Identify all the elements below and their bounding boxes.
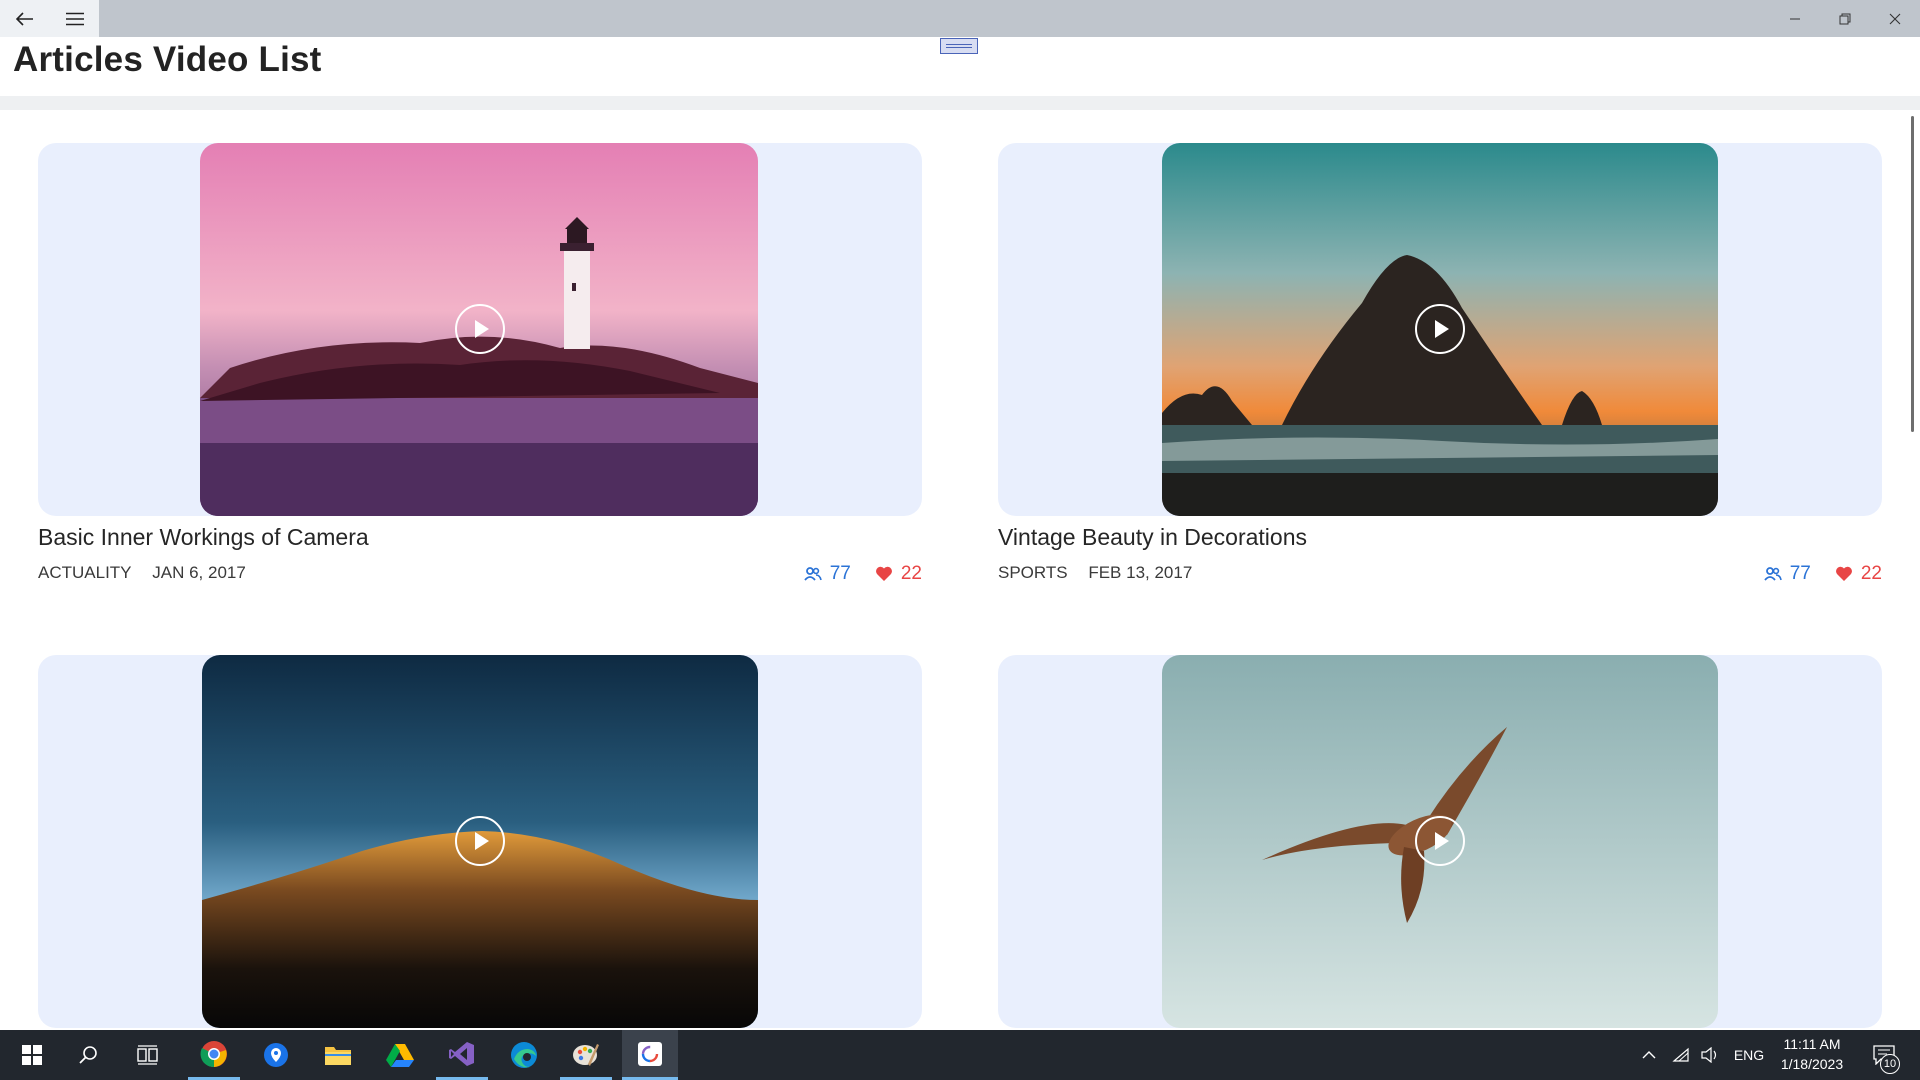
play-button[interactable]: [455, 816, 505, 866]
article-date: JAN 6, 2017: [152, 563, 246, 582]
views-count: 77: [804, 563, 851, 585]
article-card[interactable]: Basic Inner Workings of Camera ACTUALITY…: [38, 143, 922, 593]
video-thumbnail[interactable]: [1162, 655, 1718, 1028]
clock-time: 11:11 AM: [1783, 1036, 1841, 1052]
article-title[interactable]: Basic Inner Workings of Camera: [38, 524, 369, 551]
clock[interactable]: 11:11 AM 1/18/2023: [1766, 1034, 1858, 1074]
edge-icon[interactable]: [498, 1030, 550, 1080]
article-stats: 77 22: [804, 563, 922, 585]
minimize-icon[interactable]: [1770, 0, 1820, 37]
search-icon[interactable]: [64, 1030, 112, 1080]
app-current-icon[interactable]: [622, 1030, 678, 1080]
drag-handle-icon[interactable]: [940, 38, 978, 54]
hamburger-menu-icon[interactable]: [52, 0, 97, 37]
article-meta: ACTUALITY JAN 6, 2017: [38, 563, 246, 583]
maps-icon[interactable]: [250, 1030, 302, 1080]
network-icon[interactable]: [1668, 1030, 1694, 1080]
article-meta: SPORTS FEB 13, 2017: [998, 563, 1192, 583]
visual-studio-icon[interactable]: [436, 1030, 488, 1080]
google-drive-icon[interactable]: [374, 1030, 426, 1080]
task-view-icon[interactable]: [124, 1030, 172, 1080]
heart-icon: [1835, 566, 1852, 581]
article-title[interactable]: Vintage Beauty in Decorations: [998, 524, 1307, 551]
likes-count[interactable]: 22: [875, 563, 922, 585]
play-button[interactable]: [1415, 816, 1465, 866]
windows-start-icon[interactable]: [8, 1030, 56, 1080]
article-card[interactable]: [998, 655, 1882, 1028]
close-icon[interactable]: [1870, 0, 1920, 37]
likes-count[interactable]: 22: [1835, 563, 1882, 585]
notification-badge: 10: [1880, 1054, 1900, 1074]
views-count: 77: [1764, 563, 1811, 585]
play-button[interactable]: [455, 304, 505, 354]
clock-date: 1/18/2023: [1780, 1056, 1844, 1072]
chrome-icon[interactable]: [188, 1030, 240, 1080]
language-indicator[interactable]: ENG: [1731, 1045, 1767, 1065]
video-thumbnail[interactable]: [200, 143, 758, 516]
play-button[interactable]: [1415, 304, 1465, 354]
maximize-icon[interactable]: [1820, 0, 1870, 37]
users-icon: [804, 567, 822, 581]
file-explorer-icon[interactable]: [312, 1030, 364, 1080]
paint-icon[interactable]: [560, 1030, 612, 1080]
heart-icon: [875, 566, 892, 581]
video-thumbnail[interactable]: [202, 655, 758, 1028]
article-date: FEB 13, 2017: [1088, 563, 1193, 582]
back-arrow-icon[interactable]: [2, 0, 47, 37]
show-hidden-icons-icon[interactable]: [1636, 1030, 1662, 1080]
article-category: ACTUALITY: [38, 563, 132, 582]
article-card[interactable]: [38, 655, 922, 1028]
article-category: SPORTS: [998, 563, 1068, 582]
window-titlebar: [0, 0, 1920, 37]
page-title: Articles Video List: [13, 40, 322, 79]
header-divider: [0, 96, 1920, 110]
volume-icon[interactable]: [1697, 1030, 1723, 1080]
users-icon: [1764, 567, 1782, 581]
article-card[interactable]: Vintage Beauty in Decorations SPORTS FEB…: [998, 143, 1882, 593]
video-thumbnail[interactable]: [1162, 143, 1718, 516]
scrollbar[interactable]: [1911, 116, 1914, 432]
article-stats: 77 22: [1764, 563, 1882, 585]
taskbar: ENG 11:11 AM 1/18/2023 10: [0, 1030, 1920, 1080]
